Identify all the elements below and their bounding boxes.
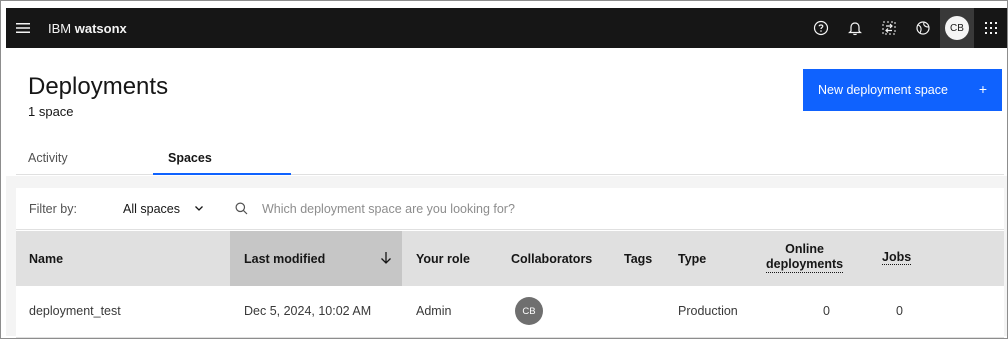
brand-prefix: IBM [48,20,72,36]
search-icon [235,202,248,220]
column-header-type[interactable]: Type [678,231,706,286]
online-header-line2: deployments [766,257,844,273]
app-window: IBM watsonx CB Deployments 1 space New d… [0,0,1008,339]
column-header-last-modified[interactable]: Last modified [244,231,325,286]
column-header-your-role[interactable]: Your role [416,231,470,286]
new-deployment-space-label: New deployment space [818,83,948,97]
tab-activity[interactable]: Activity [28,151,68,165]
column-header-collaborators[interactable]: Collaborators [511,231,592,286]
table-row[interactable]: deployment_test Dec 5, 2024, 10:02 AM Ad… [16,286,1004,338]
tab-selected-indicator [153,173,291,175]
column-header-name[interactable]: Name [29,231,63,286]
cell-name[interactable]: deployment_test [29,304,121,318]
cell-type: Production [678,304,738,318]
cell-online-deployments: 0 [823,304,830,318]
transfer-icon[interactable] [872,8,906,48]
brand-name: watsonx [74,20,127,36]
table-header: Name Last modified Your role Collaborato… [16,231,1004,286]
cell-role: Admin [416,304,452,318]
new-deployment-space-button[interactable]: New deployment space + [803,69,1002,111]
collaborator-avatar[interactable]: CB [515,297,543,325]
top-nav-bar: IBM watsonx CB [6,8,1007,48]
avatar: CB [945,16,969,40]
column-header-online-deployments[interactable]: Online deployments [766,242,844,273]
notification-icon[interactable] [838,8,872,48]
search-input[interactable]: Which deployment space are you looking f… [262,202,515,216]
tab-spaces[interactable]: Spaces [168,151,212,165]
globe-icon[interactable] [906,8,940,48]
arrow-down-icon[interactable] [380,251,392,270]
filter-dropdown[interactable]: All spaces [123,202,180,216]
online-header-line1: Online [785,242,824,256]
brand-title[interactable]: IBM watsonx [48,21,127,36]
space-count: 1 space [28,104,74,119]
column-header-jobs[interactable]: Jobs [882,250,912,265]
user-avatar-button[interactable]: CB [940,8,974,48]
column-header-tags[interactable]: Tags [624,231,652,286]
chevron-down-icon[interactable] [193,201,205,219]
menu-icon[interactable] [8,8,38,48]
spaces-panel: Filter by: All spaces Which deployment s… [16,188,1004,338]
tab-list: Activity Spaces [16,143,1004,175]
app-switcher-icon[interactable] [974,8,1007,48]
cell-last-modified: Dec 5, 2024, 10:02 AM [244,304,372,318]
page-title: Deployments [28,73,169,100]
plus-icon: + [978,81,987,97]
cell-jobs: 0 [896,304,903,318]
content-area: Filter by: All spaces Which deployment s… [6,176,1007,338]
filter-bar: Filter by: All spaces Which deployment s… [16,188,1004,230]
help-icon[interactable] [804,8,838,48]
nav-actions: CB [804,8,1007,48]
filter-label: Filter by: [29,202,77,216]
